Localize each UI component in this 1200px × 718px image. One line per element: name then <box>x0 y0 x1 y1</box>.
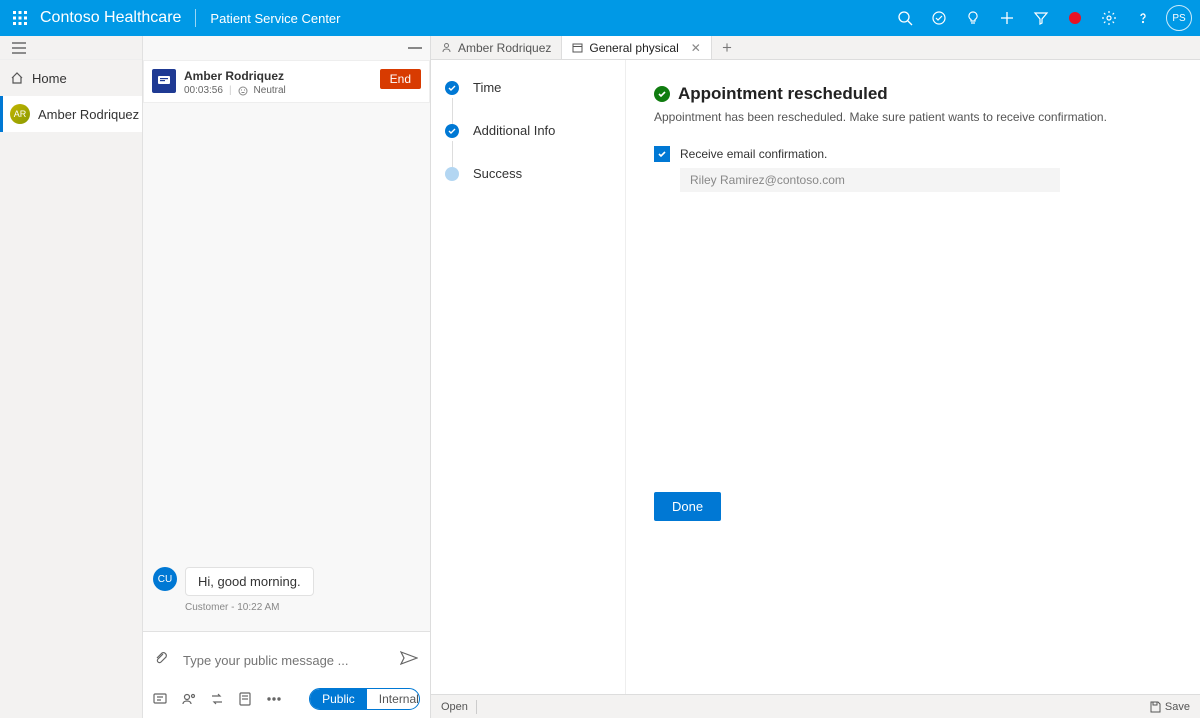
tab-contact[interactable]: Amber Rodriquez <box>431 36 562 59</box>
message-bubble: Hi, good morning. <box>185 567 314 596</box>
consult-icon[interactable] <box>181 691 195 707</box>
more-icon[interactable] <box>267 691 281 707</box>
email-confirmation-label: Receive email confirmation. <box>680 147 827 161</box>
conversation-duration: 00:03:56 <box>184 85 223 96</box>
content-heading: Appointment rescheduled <box>678 84 888 104</box>
wizard-content: Appointment rescheduled Appointment has … <box>626 60 1200 718</box>
end-conversation-button[interactable]: End <box>380 69 421 89</box>
contact-avatar-icon: AR <box>10 104 30 124</box>
transfer-icon[interactable] <box>210 691 224 707</box>
tab-contact-label: Amber Rodriquez <box>458 41 551 55</box>
email-input[interactable]: Riley Ramirez@contoso.com <box>680 168 1060 192</box>
toggle-public[interactable]: Public <box>310 689 367 709</box>
message-meta: Customer - 10:22 AM <box>185 602 420 613</box>
sentiment-icon <box>238 86 248 96</box>
session-tabs: Amber Rodriquez General physical ✕ <box>431 36 1200 60</box>
step-time-label: Time <box>473 80 501 95</box>
message-composer: Public Internal <box>143 631 430 718</box>
main-area: Amber Rodriquez General physical ✕ Time … <box>431 36 1200 718</box>
lightbulb-icon[interactable] <box>956 1 990 35</box>
conversation-sentiment: Neutral <box>254 85 286 96</box>
attach-icon[interactable] <box>153 650 173 671</box>
chat-message: CU Hi, good morning. <box>153 567 420 596</box>
app-subtitle: Patient Service Center <box>210 11 340 26</box>
wizard-steps: Time Additional Info Success <box>431 60 626 718</box>
hamburger-icon[interactable] <box>0 36 142 60</box>
nav-contact-label: Amber Rodriquez <box>38 107 139 122</box>
topbar-divider <box>195 9 196 27</box>
done-button[interactable]: Done <box>654 492 721 521</box>
minimize-icon[interactable] <box>408 47 422 49</box>
recording-indicator-icon[interactable] <box>1058 1 1092 35</box>
send-icon[interactable] <box>400 651 420 670</box>
conversation-header-card: Amber Rodriquez 00:03:56 | Neutral End <box>143 60 430 103</box>
success-check-icon <box>654 86 670 102</box>
app-launcher-icon[interactable] <box>8 6 32 30</box>
nav-home[interactable]: Home <box>0 60 142 96</box>
notes-icon[interactable] <box>238 691 252 707</box>
add-icon[interactable] <box>990 1 1024 35</box>
filter-icon[interactable] <box>1024 1 1058 35</box>
add-tab-button[interactable] <box>712 36 742 59</box>
chat-channel-icon <box>152 69 176 93</box>
calendar-icon <box>572 42 583 53</box>
compose-input[interactable] <box>183 653 400 668</box>
settings-gear-icon[interactable] <box>1092 1 1126 35</box>
conversation-panel: Amber Rodriquez 00:03:56 | Neutral End C… <box>143 36 431 718</box>
user-avatar[interactable]: PS <box>1166 5 1192 31</box>
step-additional-label: Additional Info <box>473 123 555 138</box>
left-sidebar: Home AR Amber Rodriquez <box>0 36 143 718</box>
nav-home-label: Home <box>32 71 67 86</box>
step-complete-icon <box>445 124 459 138</box>
step-success[interactable]: Success <box>445 166 625 181</box>
step-current-icon <box>445 167 459 181</box>
tab-appointment[interactable]: General physical ✕ <box>562 36 711 59</box>
content-subtext: Appointment has been rescheduled. Make s… <box>654 110 1172 124</box>
global-top-bar: Contoso Healthcare Patient Service Cente… <box>0 0 1200 36</box>
help-icon[interactable] <box>1126 1 1160 35</box>
home-icon <box>10 71 24 85</box>
step-time[interactable]: Time <box>445 80 625 95</box>
step-success-label: Success <box>473 166 522 181</box>
chat-transcript: CU Hi, good morning. Customer - 10:22 AM <box>143 103 430 631</box>
person-icon <box>441 42 452 53</box>
footer-save[interactable]: Save <box>1149 701 1190 713</box>
conversation-name: Amber Rodriquez <box>184 69 380 83</box>
task-check-icon[interactable] <box>922 1 956 35</box>
brand-title: Contoso Healthcare <box>40 9 181 27</box>
email-confirmation-checkbox[interactable] <box>654 146 670 162</box>
nav-contact-active[interactable]: AR Amber Rodriquez <box>0 96 142 132</box>
step-additional-info[interactable]: Additional Info <box>445 123 625 138</box>
save-icon <box>1149 701 1161 713</box>
message-avatar: CU <box>153 567 177 591</box>
close-tab-icon[interactable]: ✕ <box>691 41 701 55</box>
search-icon[interactable] <box>888 1 922 35</box>
footer-open[interactable]: Open <box>441 701 468 713</box>
status-bar: Open Save <box>431 694 1200 718</box>
step-complete-icon <box>445 81 459 95</box>
toggle-internal[interactable]: Internal <box>367 689 420 709</box>
visibility-toggle: Public Internal <box>309 688 420 710</box>
quick-reply-icon[interactable] <box>153 691 167 707</box>
tab-appointment-label: General physical <box>589 41 678 55</box>
